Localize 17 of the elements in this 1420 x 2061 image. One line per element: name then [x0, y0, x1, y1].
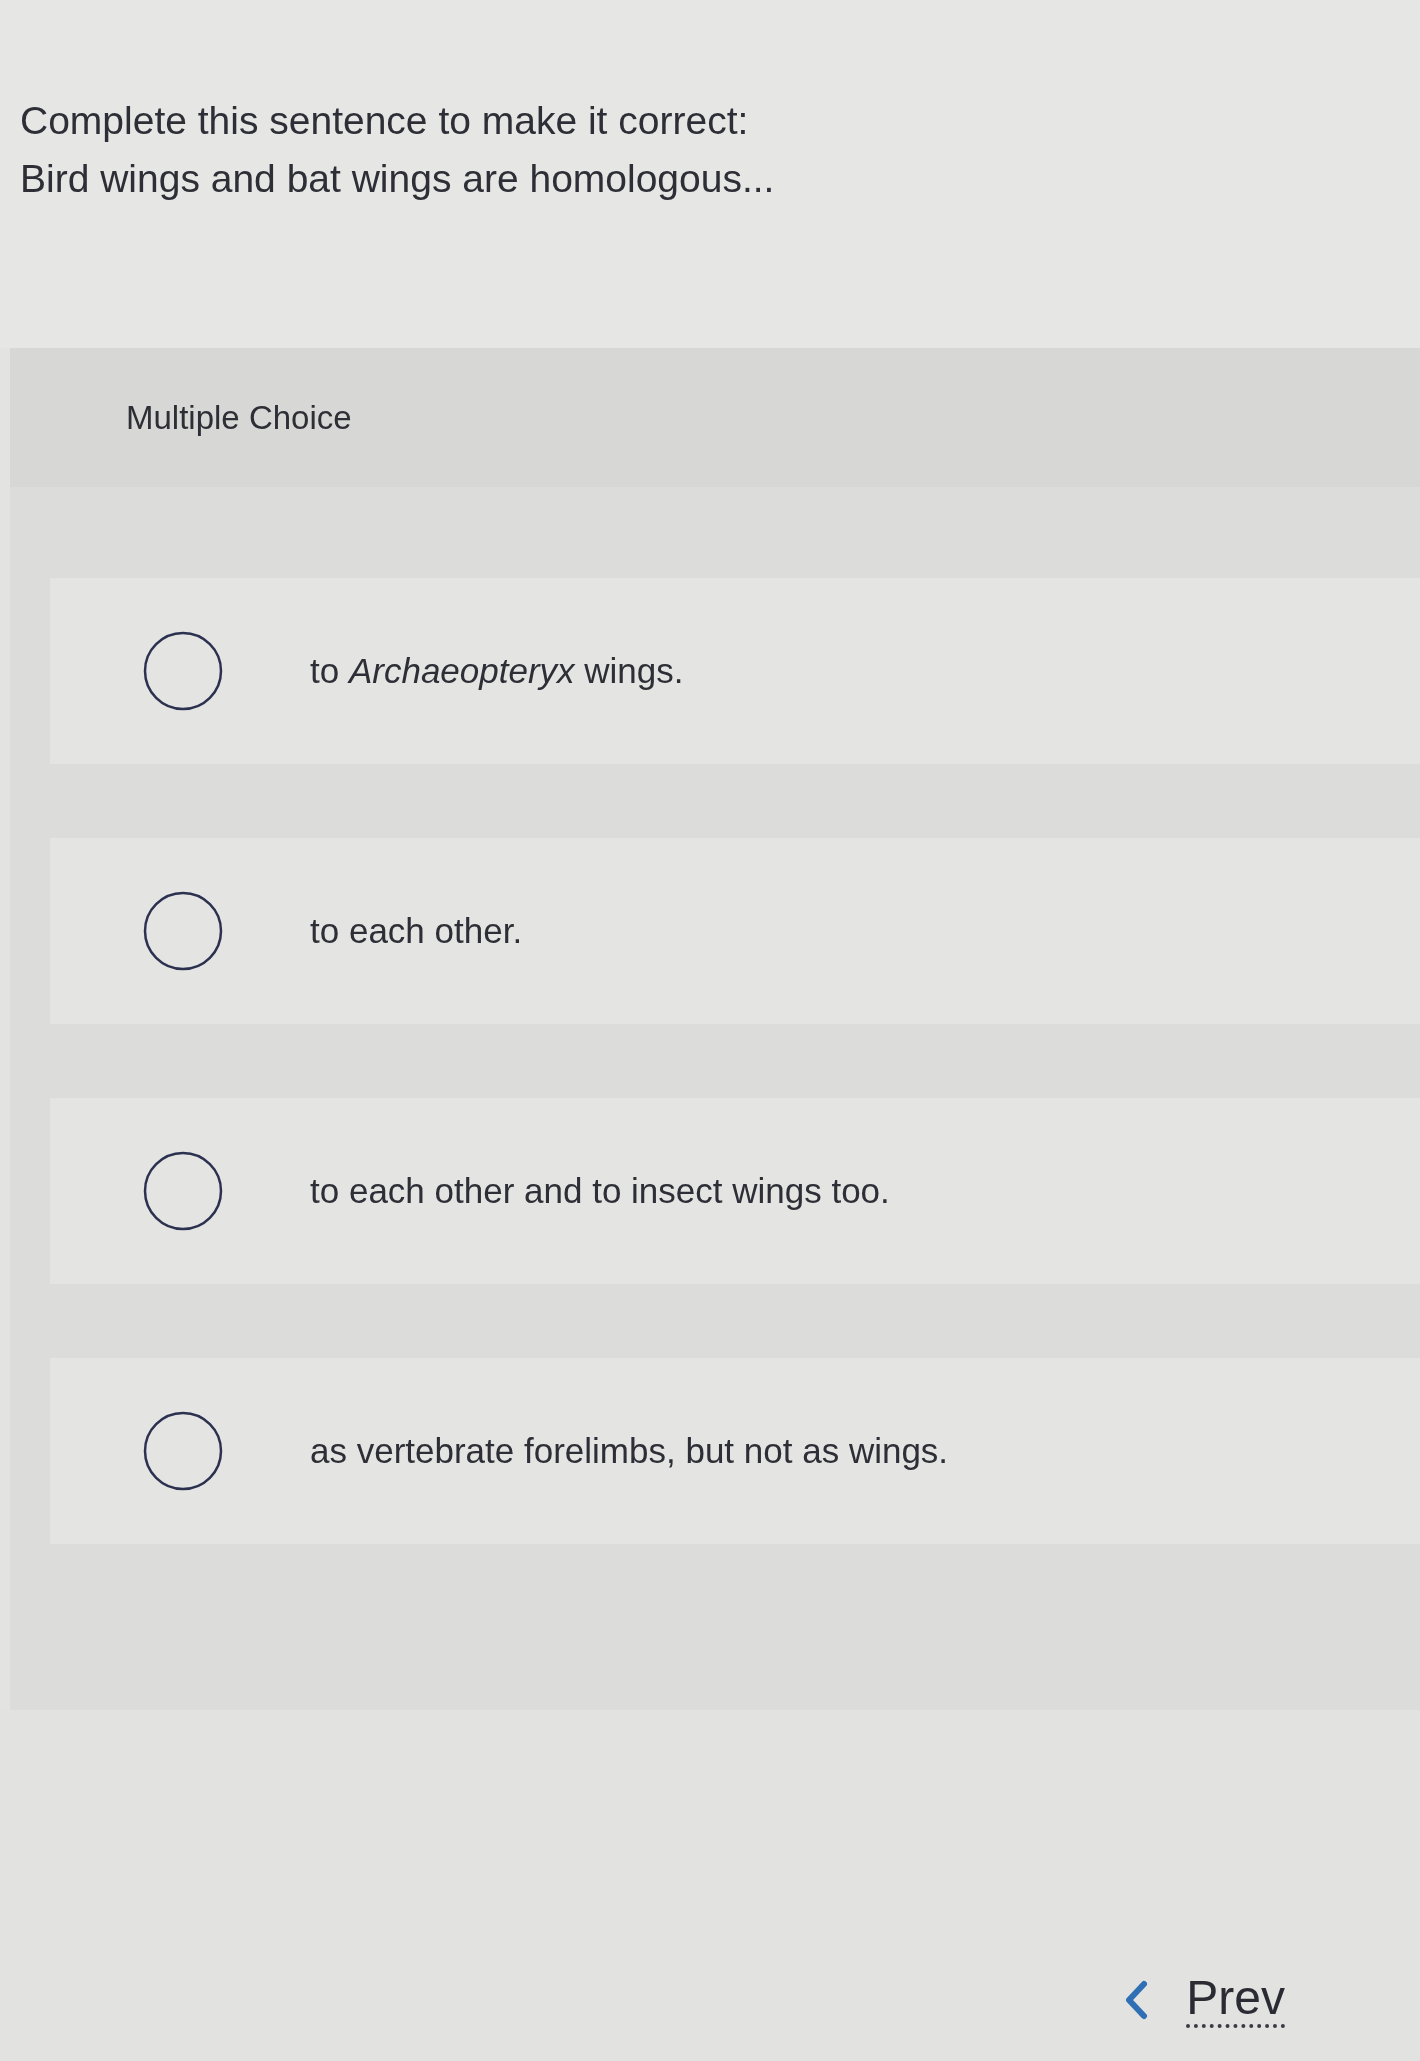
answer-option[interactable]: to each other and to insect wings too.	[50, 1098, 1420, 1284]
option-text: to each other and to insect wings too.	[310, 1171, 890, 1211]
chevron-left-icon	[1124, 1980, 1149, 2021]
radio-button-icon[interactable]	[143, 891, 223, 971]
prev-link[interactable]: Prev	[1124, 1973, 1285, 2028]
option-text: to Archaeopteryx wings.	[310, 651, 684, 691]
answer-option[interactable]: to each other.	[50, 838, 1420, 1024]
radio-button-icon[interactable]	[143, 1151, 223, 1231]
option-text: to each other.	[310, 911, 523, 951]
question-type-label: Multiple Choice	[126, 398, 352, 437]
radio-button-icon[interactable]	[143, 1411, 223, 1491]
option-text: as vertebrate forelimbs, but not as wings.	[310, 1431, 949, 1471]
answer-option[interactable]: as vertebrate forelimbs, but not as wings.	[50, 1358, 1420, 1544]
question-text: Bird wings and bat wings are homologous...	[20, 156, 775, 202]
radio-button-icon[interactable]	[143, 631, 223, 711]
answer-option[interactable]: to Archaeopteryx wings.	[50, 578, 1420, 764]
question-prompt: Complete this sentence to make it correct:	[20, 98, 749, 144]
